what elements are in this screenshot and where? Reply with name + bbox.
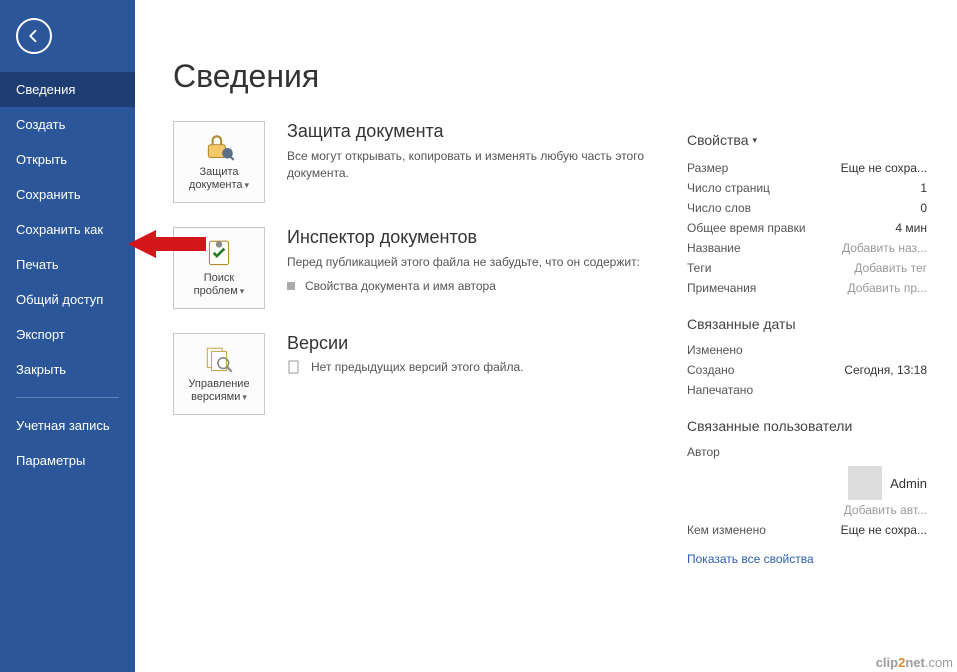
section-versions-body: Версии Нет предыдущих версий этого файла… (287, 333, 524, 374)
tile-inspect-label: Поиск проблем (194, 272, 238, 297)
date-label: Создано (687, 363, 734, 377)
nav-export[interactable]: Экспорт (0, 317, 135, 352)
property-label: Общее время правки (687, 221, 806, 235)
back-button[interactable] (16, 18, 52, 54)
property-value: 1 (920, 181, 927, 195)
show-all-properties-link[interactable]: Показать все свойства (687, 552, 814, 566)
chevron-down-icon: ▾ (240, 286, 245, 296)
nav-save-as[interactable]: Сохранить как (0, 212, 135, 247)
add-author[interactable]: Добавить авт... (844, 503, 927, 517)
property-label: Примечания (687, 281, 756, 295)
properties-list: РазмерЕще не сохра...Число страниц1Число… (687, 158, 927, 298)
related-dates-header: Связанные даты (687, 316, 927, 332)
property-label: Число страниц (687, 181, 770, 195)
property-label: Теги (687, 261, 711, 275)
nav-separator (16, 397, 119, 398)
property-row: Примечания Добавить пр... (687, 278, 927, 298)
properties-header-label: Свойства (687, 132, 748, 148)
property-value: 4 мин (895, 221, 927, 235)
tile-check-issues[interactable]: Поиск проблем▾ (173, 227, 265, 309)
inspect-bullet: Свойства документа и имя автора (305, 279, 496, 293)
property-value: Еще не сохра... (841, 161, 927, 175)
property-label: Число слов (687, 201, 751, 215)
versions-none-row: Нет предыдущих версий этого файла. (287, 360, 524, 374)
property-value[interactable]: Добавить пр... (847, 281, 927, 295)
nav-print[interactable]: Печать (0, 247, 135, 282)
protect-title: Защита документа (287, 121, 647, 142)
nav-share[interactable]: Общий доступ (0, 282, 135, 317)
author-row: Admin (687, 466, 927, 500)
chevron-down-icon: ▾ (752, 135, 757, 146)
lock-icon (202, 132, 236, 162)
content-area: Сведения Защита документа▾ Защита докуме… (135, 0, 957, 672)
section-inspect-body: Инспектор документов Перед публикацией э… (287, 227, 640, 293)
chevron-down-icon: ▾ (242, 392, 247, 402)
inspect-bullet-row: Свойства документа и имя автора (287, 279, 640, 293)
properties-panel: Свойства ▾ Размер Еще не сохра... Число ст… (687, 132, 927, 568)
section-protect-body: Защита документа Все могут открывать, ко… (287, 121, 647, 182)
chevron-down-icon: ▾ (245, 180, 250, 190)
add-author-row[interactable]: Добавить авт... (687, 500, 927, 520)
property-label: Название (687, 241, 741, 255)
date-row: Создано Сегодня, 13:18 (687, 360, 927, 380)
property-row: Теги Добавить тег (687, 258, 927, 278)
tile-manage-versions[interactable]: Управление версиями▾ (173, 333, 265, 415)
nav-info[interactable]: Сведения (0, 72, 135, 107)
date-label: Изменено (687, 343, 743, 357)
tile-protect-label: Защита документа (189, 166, 243, 191)
property-row: Общее время правки 4 мин (687, 218, 927, 238)
author-label: Автор (687, 445, 720, 459)
nav-account[interactable]: Учетная запись (0, 408, 135, 443)
property-row: Число слов 0 (687, 198, 927, 218)
nav-close[interactable]: Закрыть (0, 352, 135, 387)
tile-versions-label: Управление версиями (188, 378, 249, 403)
changed-by-row: Кем изменено Еще не сохра... (687, 520, 927, 540)
date-value: Сегодня, 13:18 (844, 363, 927, 377)
tile-protect-document[interactable]: Защита документа▾ (173, 121, 265, 203)
author-label-row: Автор (687, 442, 927, 462)
changed-by-value: Еще не сохра... (841, 523, 927, 537)
versions-none: Нет предыдущих версий этого файла. (311, 360, 524, 374)
property-value[interactable]: Добавить тег (854, 261, 927, 275)
watermark: clip2net.com (876, 655, 953, 670)
inspect-icon (202, 238, 236, 268)
properties-header[interactable]: Свойства ▾ (687, 132, 927, 148)
property-row: Число страниц 1 (687, 178, 927, 198)
inspect-title: Инспектор документов (287, 227, 640, 248)
property-row: Название Добавить наз... (687, 238, 927, 258)
versions-title: Версии (287, 333, 524, 354)
back-arrow-icon (25, 27, 43, 45)
page-title: Сведения (173, 58, 929, 95)
author-name: Admin (890, 476, 927, 491)
related-users-header: Связанные пользователи (687, 418, 927, 434)
property-row: Размер Еще не сохра... (687, 158, 927, 178)
document-icon (287, 360, 301, 374)
bullet-icon (287, 282, 295, 290)
inspect-desc: Перед публикацией этого файла не забудьт… (287, 254, 640, 271)
nav-list: Сведения Создать Открыть Сохранить Сохра… (0, 72, 135, 478)
nav-new[interactable]: Создать (0, 107, 135, 142)
nav-options[interactable]: Параметры (0, 443, 135, 478)
author-avatar-icon (848, 466, 882, 500)
date-row: Напечатано (687, 380, 927, 400)
property-value: 0 (920, 201, 927, 215)
changed-by-label: Кем изменено (687, 523, 766, 537)
date-label: Напечатано (687, 383, 753, 397)
nav-save[interactable]: Сохранить (0, 177, 135, 212)
property-label: Размер (687, 161, 728, 175)
nav-open[interactable]: Открыть (0, 142, 135, 177)
protect-desc: Все могут открывать, копировать и изменя… (287, 148, 647, 182)
backstage-sidebar: Сведения Создать Открыть Сохранить Сохра… (0, 0, 135, 672)
property-value[interactable]: Добавить наз... (842, 241, 927, 255)
versions-icon (202, 344, 236, 374)
dates-list: Изменено Создано Сегодня, 13:18 Напечатано (687, 340, 927, 400)
date-row: Изменено (687, 340, 927, 360)
